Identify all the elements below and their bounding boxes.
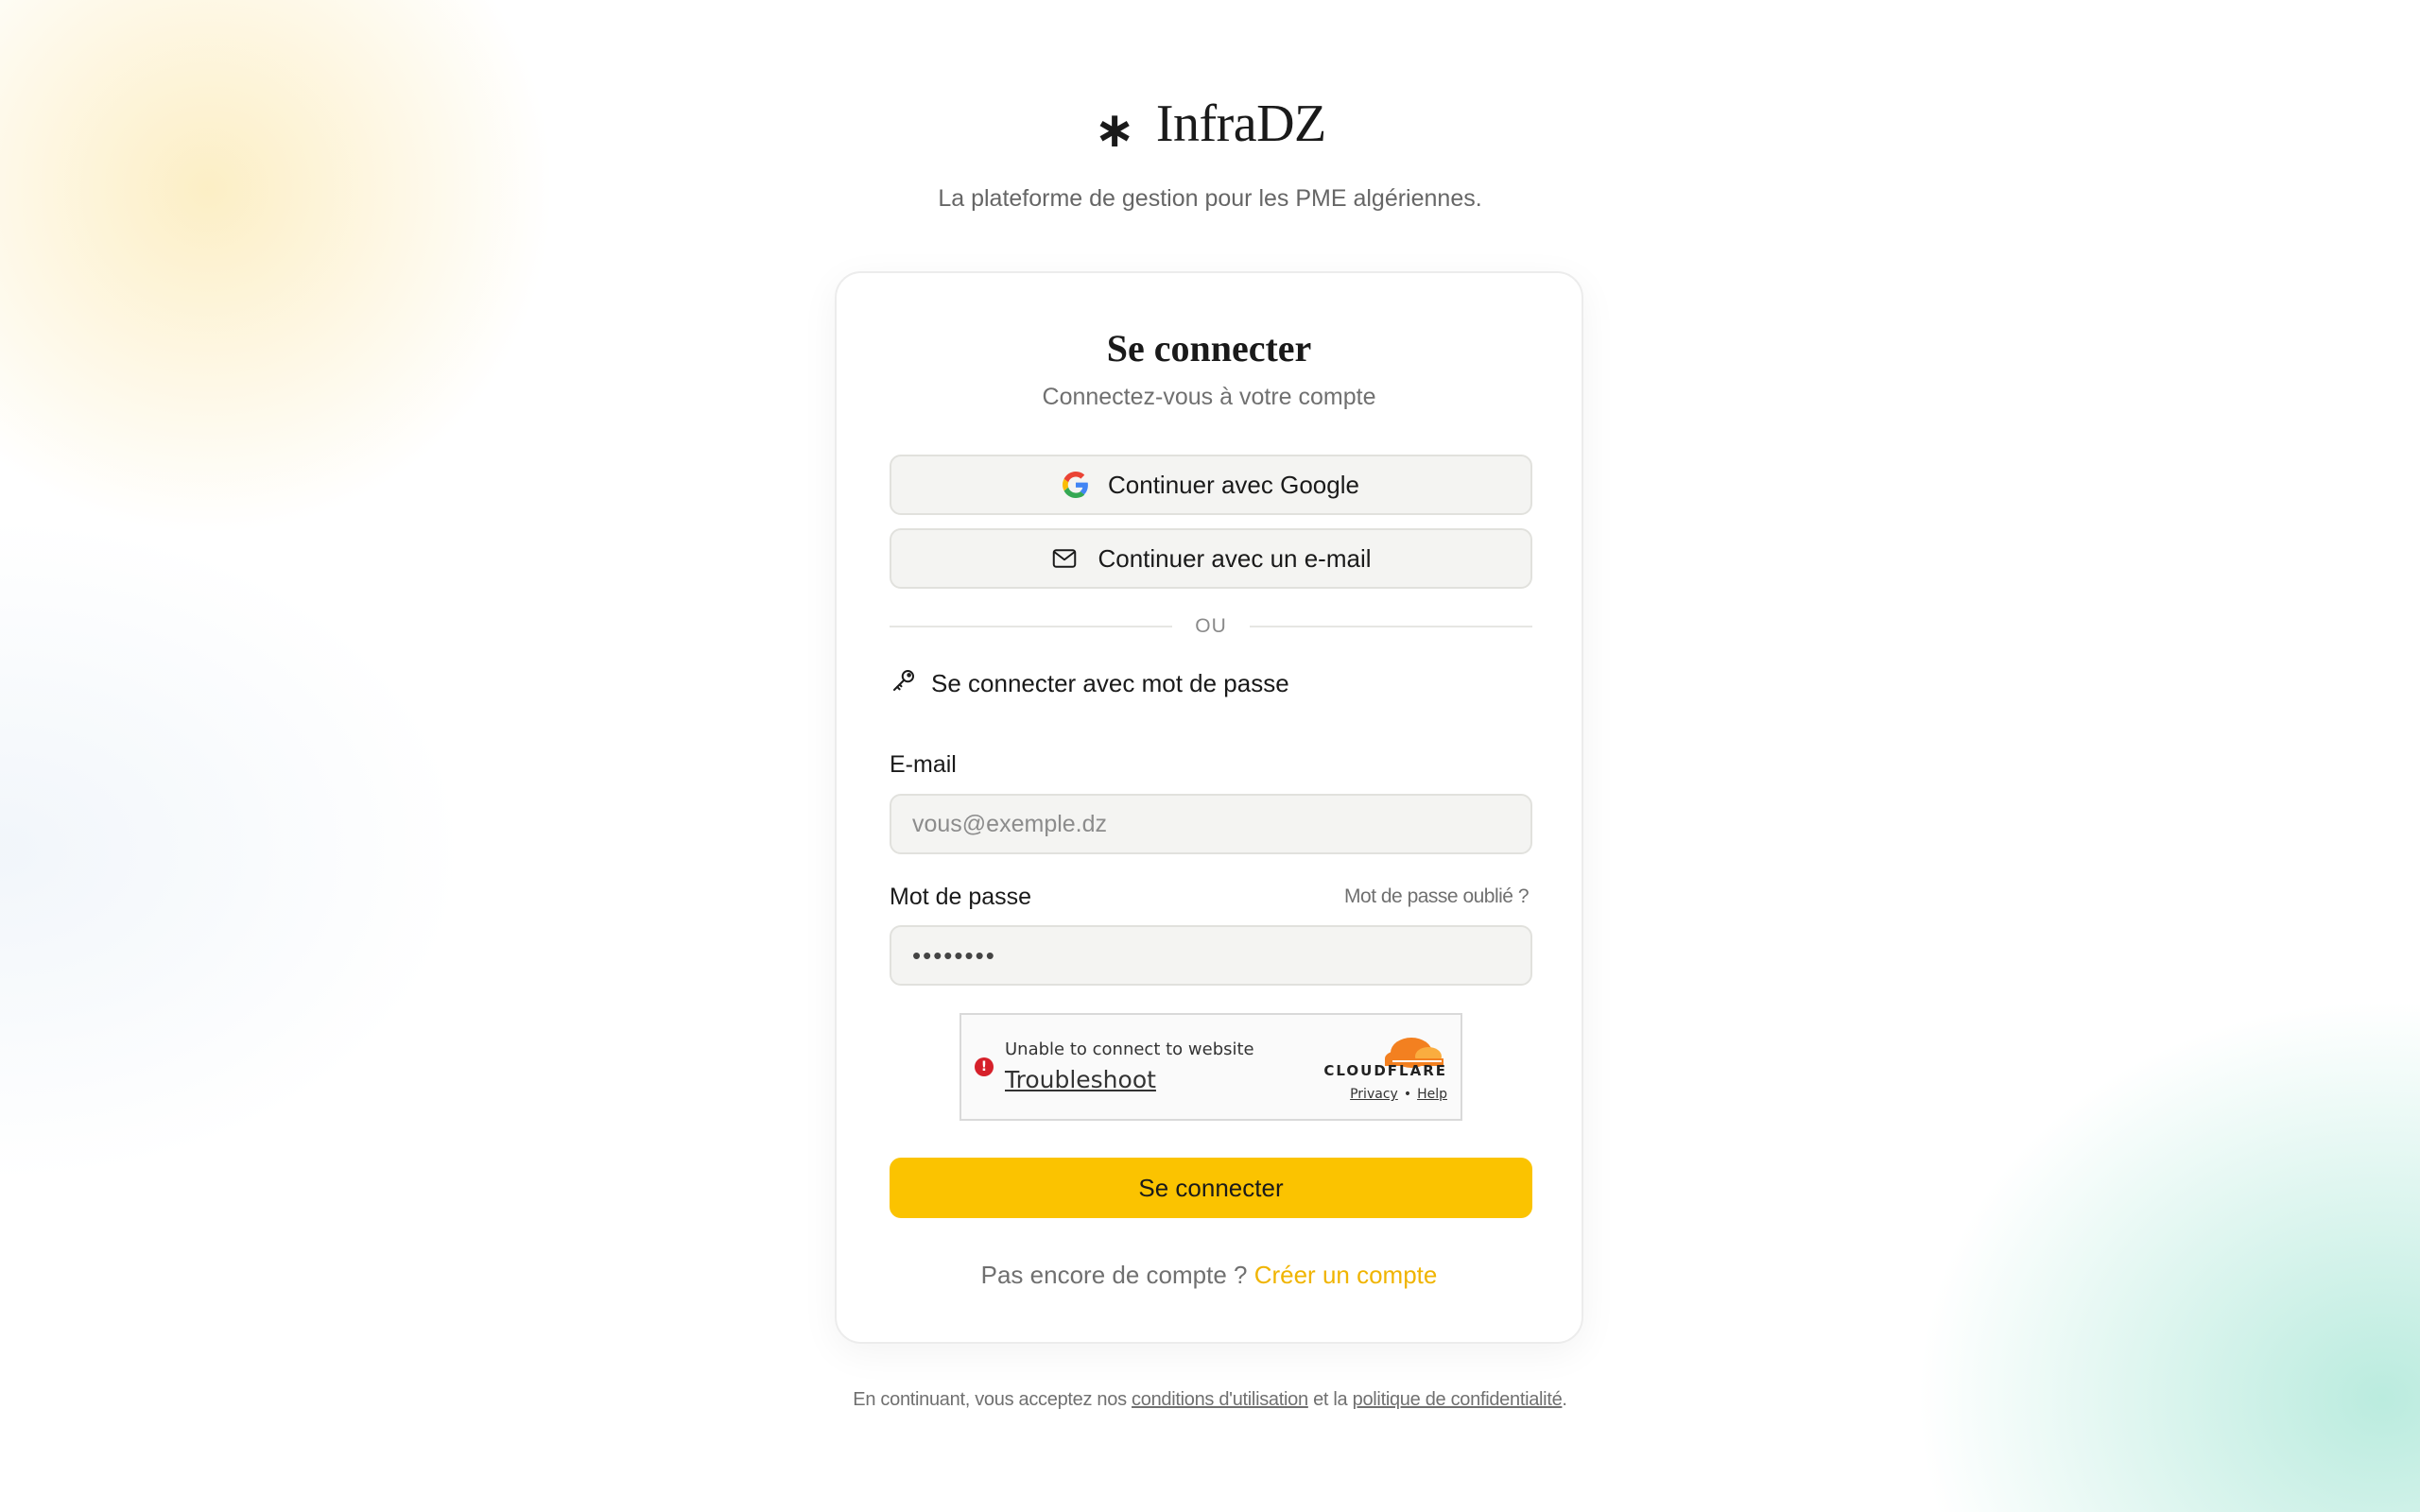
card-subtitle: Connectez-vous à votre compte bbox=[1042, 384, 1376, 410]
captcha-links: Privacy • Help bbox=[1350, 1087, 1447, 1102]
brand-name: InfraDZ bbox=[1155, 94, 1326, 153]
asterisk-logo-icon: ∗ bbox=[1094, 102, 1135, 159]
error-icon: ! bbox=[975, 1057, 994, 1076]
key-icon bbox=[890, 666, 918, 701]
email-signin-label: Continuer avec un e-mail bbox=[1098, 543, 1372, 573]
captcha-privacy-link[interactable]: Privacy bbox=[1350, 1087, 1398, 1102]
legal-footer: En continuant, vous acceptez nos conditi… bbox=[0, 1389, 2420, 1411]
tagline: La plateforme de gestion pour les PME al… bbox=[938, 185, 1482, 212]
submit-button[interactable]: Se connecter bbox=[890, 1158, 1532, 1218]
email-field[interactable] bbox=[890, 794, 1532, 854]
captcha-troubleshoot-link[interactable]: Troubleshoot bbox=[1005, 1066, 1156, 1093]
or-divider: OU bbox=[890, 608, 1532, 645]
captcha-widget: ! Unable to connect to website Troublesh… bbox=[959, 1013, 1462, 1121]
footer-suffix: . bbox=[1562, 1389, 1567, 1410]
privacy-policy-link[interactable]: politique de confidentialité bbox=[1353, 1389, 1563, 1410]
divider-line-right bbox=[1249, 626, 1532, 627]
captcha-links-separator: • bbox=[1403, 1087, 1412, 1102]
brand-header: ∗ InfraDZ bbox=[0, 93, 2420, 155]
signup-prompt: Pas encore de compte ? bbox=[980, 1261, 1248, 1289]
captcha-message: Unable to connect to website bbox=[1005, 1040, 1254, 1059]
password-field[interactable] bbox=[890, 925, 1532, 986]
create-account-link[interactable]: Créer un compte bbox=[1254, 1261, 1438, 1289]
footer-middle: et la bbox=[1313, 1389, 1348, 1410]
signup-row: Pas encore de compte ? Créer un compte bbox=[837, 1261, 1582, 1290]
divider-label: OU bbox=[1195, 615, 1227, 637]
google-signin-label: Continuer avec Google bbox=[1108, 470, 1359, 499]
password-label: Mot de passe bbox=[890, 884, 1032, 910]
login-page: ∗ InfraDZ La plateforme de gestion pour … bbox=[0, 0, 2420, 1512]
login-card: Se connecter Connectez-vous à votre comp… bbox=[835, 271, 1583, 1344]
mail-icon bbox=[1050, 544, 1079, 573]
cloudflare-wordmark: CLOUDFLARE bbox=[1323, 1062, 1447, 1079]
google-signin-button[interactable]: Continuer avec Google bbox=[890, 455, 1532, 515]
email-label: E-mail bbox=[890, 751, 957, 778]
footer-prefix: En continuant, vous acceptez nos bbox=[853, 1389, 1127, 1410]
terms-link[interactable]: conditions d'utilisation bbox=[1132, 1389, 1308, 1410]
password-signin-toggle[interactable]: Se connecter avec mot de passe bbox=[890, 666, 1289, 701]
password-signin-label: Se connecter avec mot de passe bbox=[931, 669, 1289, 697]
divider-line-left bbox=[890, 626, 1173, 627]
email-signin-button[interactable]: Continuer avec un e-mail bbox=[890, 528, 1532, 589]
forgot-password-link[interactable]: Mot de passe oublié ? bbox=[1344, 885, 1529, 908]
google-icon bbox=[1063, 472, 1089, 498]
captcha-help-link[interactable]: Help bbox=[1417, 1087, 1447, 1102]
card-title: Se connecter bbox=[1106, 327, 1312, 369]
